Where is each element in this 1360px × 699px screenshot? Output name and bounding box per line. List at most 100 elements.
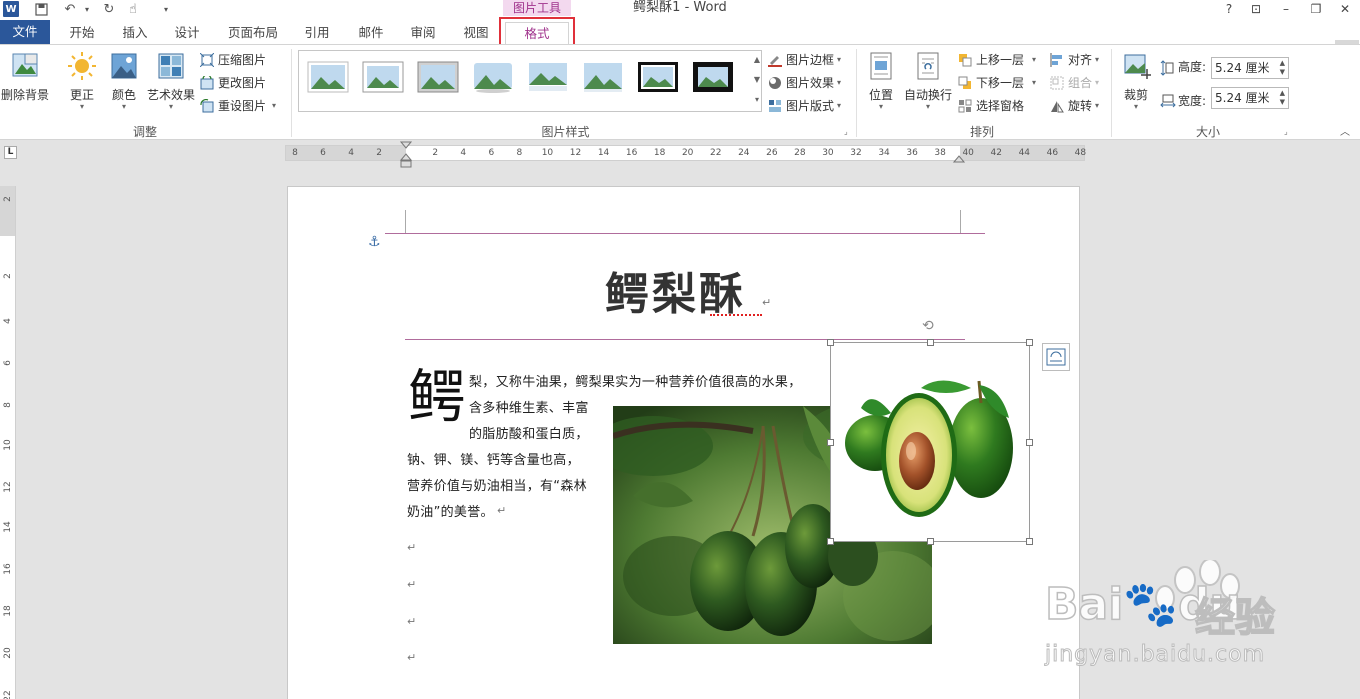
picture-border-icon [768, 53, 782, 67]
ruler-tick-label: 42 [990, 148, 1002, 158]
rotate-button[interactable]: 旋转 ▾ [1050, 97, 1099, 114]
right-indent-marker-icon[interactable] [953, 153, 965, 163]
body-text-line[interactable]: 的脂肪酸和蛋白质， [469, 423, 589, 442]
undo-dropdown-icon[interactable]: ▾ [82, 0, 92, 18]
ruler-tick-label: 18 [3, 605, 13, 617]
ruler-tick-label: 4 [348, 148, 354, 158]
picture-styles-group-label: 图片样式 [541, 125, 590, 139]
ruler-tick-label: 12 [3, 481, 13, 493]
resize-handle[interactable] [1026, 538, 1033, 545]
align-button[interactable]: 对齐 ▾ [1050, 51, 1099, 68]
body-text-line[interactable]: 含多种维生素、丰富 [469, 397, 589, 416]
style-thumb[interactable] [307, 61, 349, 93]
chevron-down-icon: ▾ [272, 101, 277, 110]
tab-home[interactable]: 开始 [58, 22, 106, 44]
compress-pictures-button[interactable]: 压缩图片 [199, 51, 266, 68]
style-thumb[interactable] [582, 61, 624, 93]
tab-view[interactable]: 视图 [453, 22, 499, 44]
restore-button[interactable]: ❐ [1303, 0, 1329, 18]
picture-effects-button[interactable]: 图片效果 ▾ [768, 74, 841, 91]
tab-insert[interactable]: 插入 [112, 22, 158, 44]
indent-marker-icon[interactable] [400, 141, 412, 169]
collapse-ribbon-icon[interactable]: ︿ [1340, 123, 1350, 138]
resize-handle[interactable] [827, 538, 834, 545]
tab-selector[interactable]: L [0, 140, 22, 166]
undo-icon[interactable]: ↶ [60, 0, 80, 18]
bring-forward-icon [958, 53, 972, 67]
chevron-down-icon: ▾ [1095, 101, 1100, 110]
resize-handle[interactable] [827, 439, 834, 446]
ruler-tick-label: 6 [3, 360, 13, 366]
spinner-icon[interactable]: ▲ ▼ [1280, 59, 1285, 77]
ruler-tick-label: 8 [516, 148, 523, 158]
reset-picture-button[interactable]: 重设图片 ▾ [200, 97, 276, 114]
tab-page-layout[interactable]: 页面布局 [220, 22, 286, 44]
rotate-handle-icon[interactable]: ⟲ [922, 318, 934, 334]
body-text-line[interactable]: 营养价值与奶油相当，有“森林 [407, 475, 587, 494]
height-input[interactable]: 5.24 厘米 ▲ ▼ [1211, 57, 1289, 79]
position-button[interactable]: 位置 ▾ [862, 51, 900, 111]
tab-mailings[interactable]: 邮件 [348, 22, 394, 44]
style-thumb[interactable] [527, 61, 569, 93]
body-text-line[interactable]: 钠、钾、镁、钙等含量也高， [407, 449, 580, 468]
minimize-button[interactable]: – [1273, 0, 1299, 18]
ribbon-display-button[interactable]: ⊡ [1243, 0, 1269, 18]
selected-avocado-image[interactable] [830, 342, 1030, 542]
resize-handle[interactable] [927, 538, 934, 545]
word-app-icon[interactable]: W [3, 1, 19, 17]
picture-effects-label: 图片效果 [786, 76, 835, 90]
gallery-scroll-up-icon[interactable]: ▲ [752, 55, 762, 64]
ruler-tick-label: 38 [934, 148, 946, 158]
body-text-line[interactable]: 梨，又称牛油果，鳄梨果实为一种营养价值很高的水果， [469, 371, 802, 390]
ruler-tick-label: 14 [3, 521, 13, 533]
chevron-down-icon: ▾ [837, 101, 842, 110]
dialog-launcher-icon[interactable]: ⌟ [1284, 127, 1288, 136]
help-button[interactable]: ? [1216, 0, 1242, 18]
style-thumb[interactable] [472, 61, 514, 93]
color-button[interactable]: 颜色 ▾ [104, 51, 144, 111]
save-icon[interactable] [32, 0, 50, 18]
close-button[interactable]: ✕ [1332, 0, 1358, 18]
wrap-text-button[interactable]: 自动换行 ▾ [902, 51, 954, 111]
gallery-scroll-down-icon[interactable]: ▼ [752, 75, 762, 84]
change-picture-button[interactable]: 更改图片 [200, 73, 266, 91]
resize-handle[interactable] [1026, 339, 1033, 346]
gallery-expand-icon[interactable]: ▾ [752, 95, 762, 104]
ruler-tick-label: 20 [681, 148, 694, 158]
layout-options-button[interactable] [1042, 343, 1070, 371]
body-text-line[interactable]: 奶油”的美誉。 [407, 501, 494, 520]
chevron-down-icon: ▾ [168, 102, 173, 111]
artistic-effects-button[interactable]: 艺术效果 ▾ [146, 51, 196, 111]
dialog-launcher-icon[interactable]: ⌟ [844, 127, 848, 136]
group-objects-button[interactable]: 组合 ▾ [1050, 74, 1099, 91]
corrections-button[interactable]: 更正 ▾ [62, 51, 102, 111]
tab-design[interactable]: 设计 [164, 22, 210, 44]
picture-layout-button[interactable]: 图片版式 ▾ [768, 97, 841, 114]
style-thumb[interactable] [692, 61, 734, 93]
style-thumb[interactable] [637, 61, 679, 93]
tab-file[interactable]: 文件 [0, 20, 50, 44]
redo-icon[interactable]: ↻ [100, 0, 118, 18]
drop-cap[interactable]: 鳄 [408, 366, 466, 428]
crop-button[interactable]: 裁剪 ▾ [1118, 51, 1154, 111]
picture-border-button[interactable]: 图片边框 ▾ [768, 51, 841, 68]
tab-review[interactable]: 审阅 [400, 22, 446, 44]
width-input[interactable]: 5.24 厘米 ▲ ▼ [1211, 87, 1289, 109]
wrap-text-label: 自动换行 [903, 88, 952, 102]
resize-handle[interactable] [1026, 439, 1033, 446]
style-thumb[interactable] [362, 61, 404, 93]
bring-forward-button[interactable]: 上移一层 ▾ [958, 51, 1036, 68]
picture-styles-gallery[interactable] [298, 50, 762, 112]
style-thumb[interactable] [417, 61, 459, 93]
resize-handle[interactable] [827, 339, 834, 346]
remove-background-button[interactable]: 删除背景 [0, 51, 50, 103]
tab-references[interactable]: 引用 [294, 22, 340, 44]
selection-pane-button[interactable]: 选择窗格 [958, 97, 1024, 114]
resize-handle[interactable] [927, 339, 934, 346]
customize-qat-icon[interactable]: ▾ [160, 0, 172, 18]
vertical-ruler[interactable]: 2 2 4 6 8 10 12 14 16 18 20 22 [0, 186, 16, 699]
send-backward-button[interactable]: 下移一层 ▾ [958, 74, 1036, 91]
touch-mode-icon[interactable]: ☝ [124, 0, 142, 18]
spinner-icon[interactable]: ▲ ▼ [1280, 89, 1285, 107]
ruler-tick-label: 14 [597, 148, 610, 158]
